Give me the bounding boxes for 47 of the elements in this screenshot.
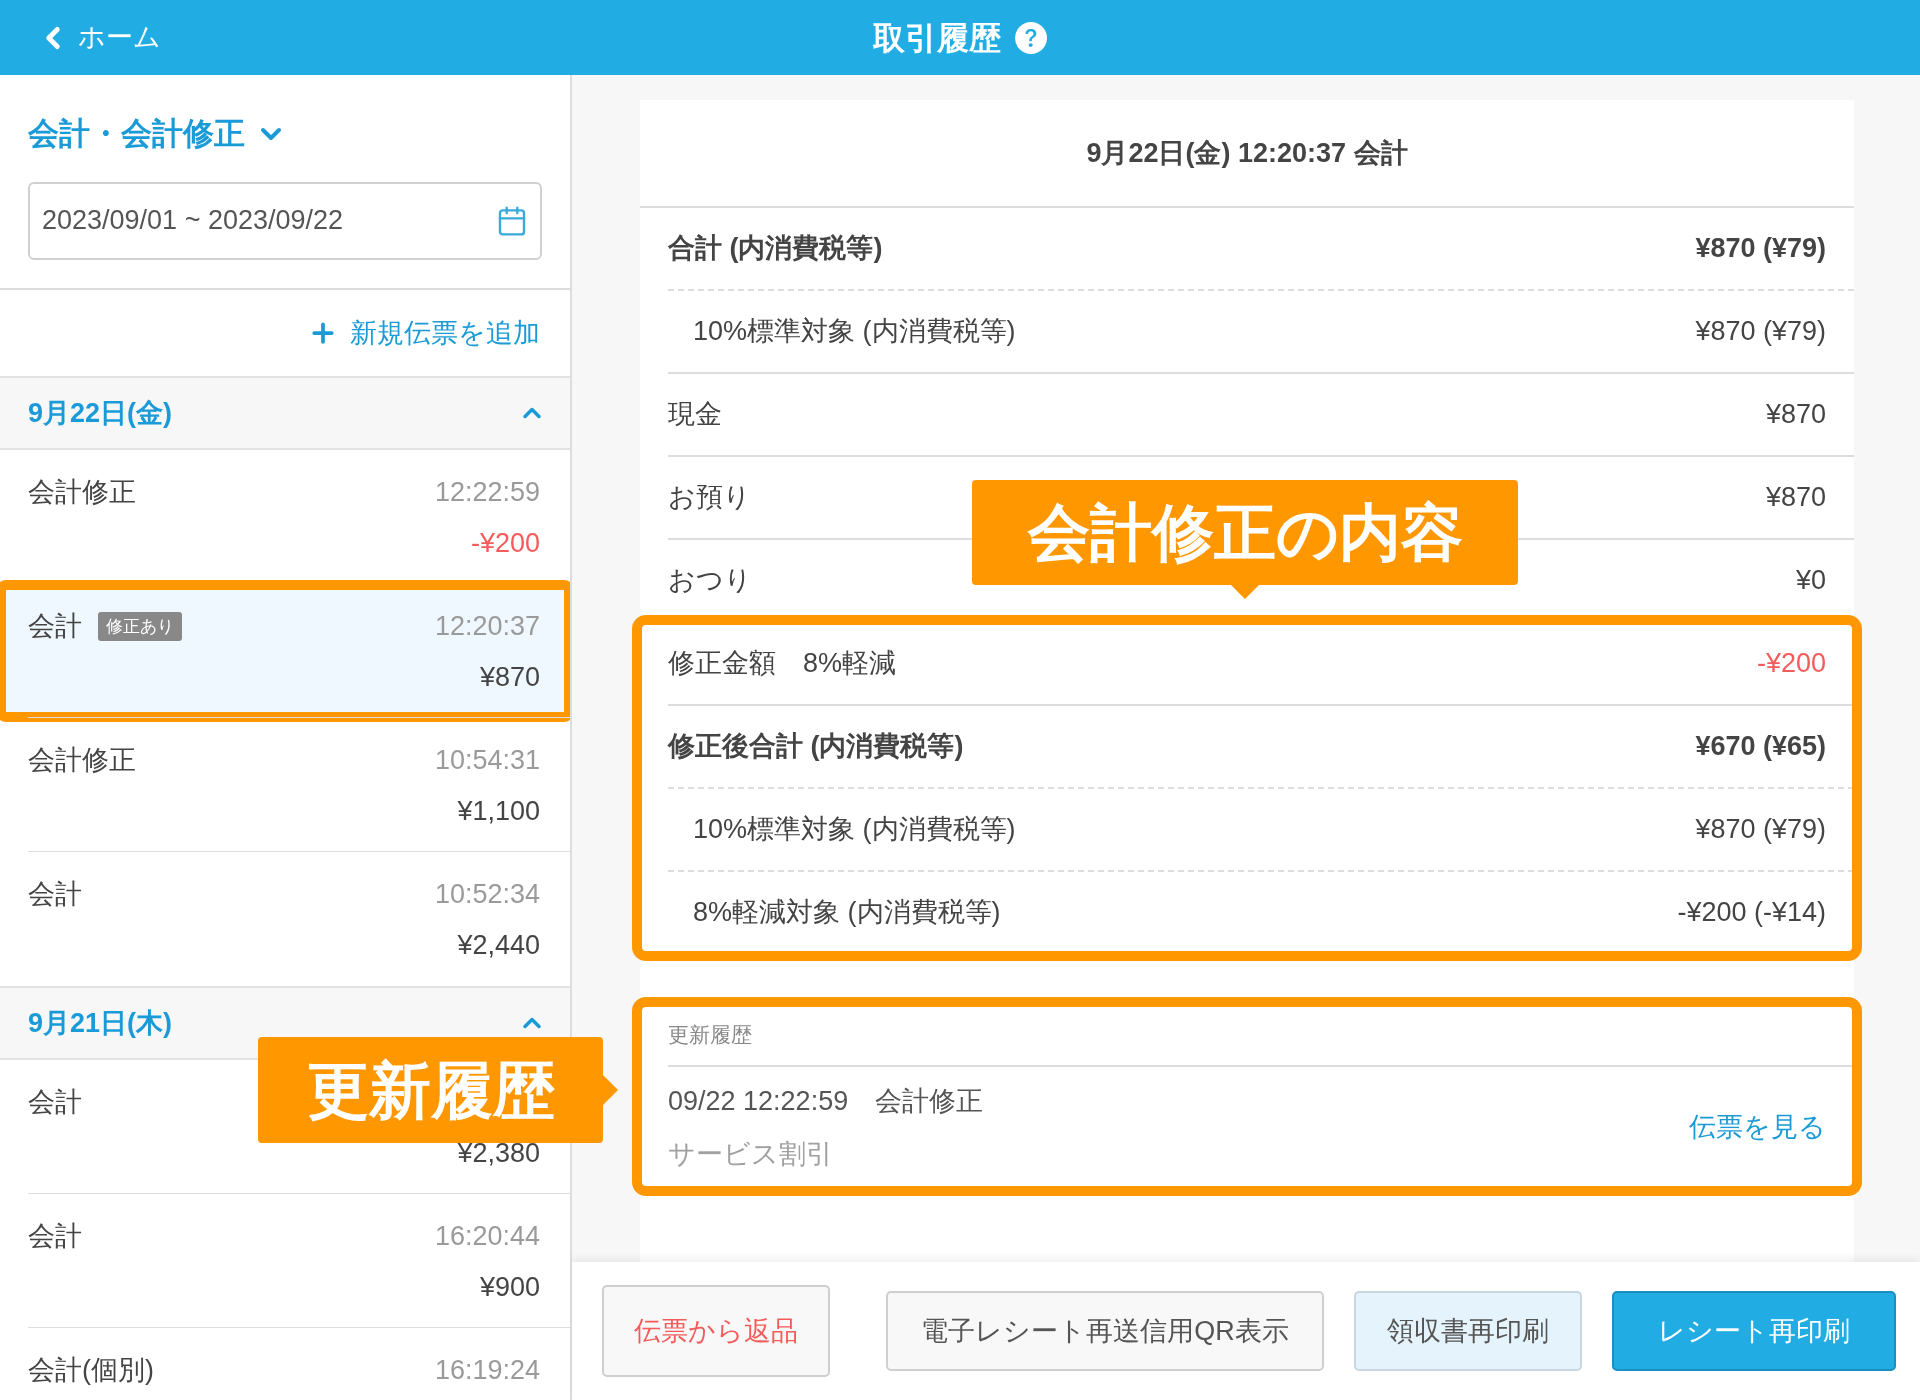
transaction-amount: ¥1,100 (457, 794, 540, 828)
callout-tooltip: 会計修正の内容 (972, 480, 1518, 599)
summary-value: ¥670 (¥65) (1695, 730, 1826, 764)
transaction-time: 16:19:24 (434, 1354, 540, 1387)
summary-value: ¥870 (¥79) (1695, 315, 1826, 349)
group-date: 9月21日(木) (28, 1006, 173, 1040)
callout-tooltip: 更新履歴 (258, 1037, 618, 1143)
summary-label: 修正後合計 (内消費税等) (668, 730, 964, 764)
transaction-time: 10:54:31 (434, 744, 540, 777)
history-entry: 09/22 12:22:59 会計修正 (668, 1085, 984, 1118)
summary-label: 合計 (内消費税等) (668, 232, 883, 266)
transaction-amount: ¥2,440 (457, 928, 540, 962)
transaction-time: 16:20:44 (434, 1220, 540, 1253)
summary-value: ¥870 (1765, 398, 1826, 432)
date-range-value: 2023/09/01 ~ 2023/09/22 (42, 204, 344, 238)
summary-value: -¥200 (1756, 647, 1826, 681)
transaction-type: 会計修正 (28, 476, 136, 509)
transaction-type: 会計 (28, 1220, 82, 1253)
transaction-amount: -¥200 (470, 526, 540, 560)
summary-label: お預り (668, 481, 751, 515)
screen-title: 取引履歴 (873, 18, 1001, 58)
summary-value: -¥200 (-¥14) (1677, 896, 1826, 930)
transaction-time: 12:22:59 (434, 476, 540, 509)
transaction-type: 会計(個別) (28, 1354, 154, 1387)
group-date: 9月22日(金) (28, 396, 173, 430)
modified-badge: 修正あり (98, 611, 182, 641)
transaction-type: 会計修正 (28, 744, 136, 777)
summary-value: ¥0 (1795, 564, 1826, 598)
transaction-type: 会計 (28, 610, 82, 643)
transaction-amount: ¥900 (479, 1270, 540, 1304)
summary-label: 10%標準対象 (内消費税等) (692, 813, 1016, 847)
receipt-title: 9月22日(金) 12:20:37 会計 (1086, 136, 1408, 170)
transaction-time: 12:20:37 (434, 610, 540, 643)
summary-label: 現金 (668, 398, 722, 432)
transaction-time: 10:52:34 (434, 878, 540, 911)
summary-value: ¥870 (¥79) (1695, 232, 1826, 266)
history-note: サービス割引 (668, 1137, 834, 1171)
summary-label: おつり (668, 564, 752, 598)
summary-label: 10%標準対象 (内消費税等) (692, 315, 1016, 349)
transaction-type: 会計 (28, 878, 82, 911)
summary-label: 修正金額 8%軽減 (668, 647, 897, 681)
summary-value: ¥870 (¥79) (1695, 813, 1826, 847)
transaction-type: 会計 (28, 1086, 82, 1119)
summary-value: ¥870 (1765, 481, 1826, 515)
summary-label: 8%軽減対象 (内消費税等) (692, 896, 1001, 930)
history-heading: 更新履歴 (668, 1022, 752, 1049)
transaction-amount: ¥870 (479, 660, 540, 694)
